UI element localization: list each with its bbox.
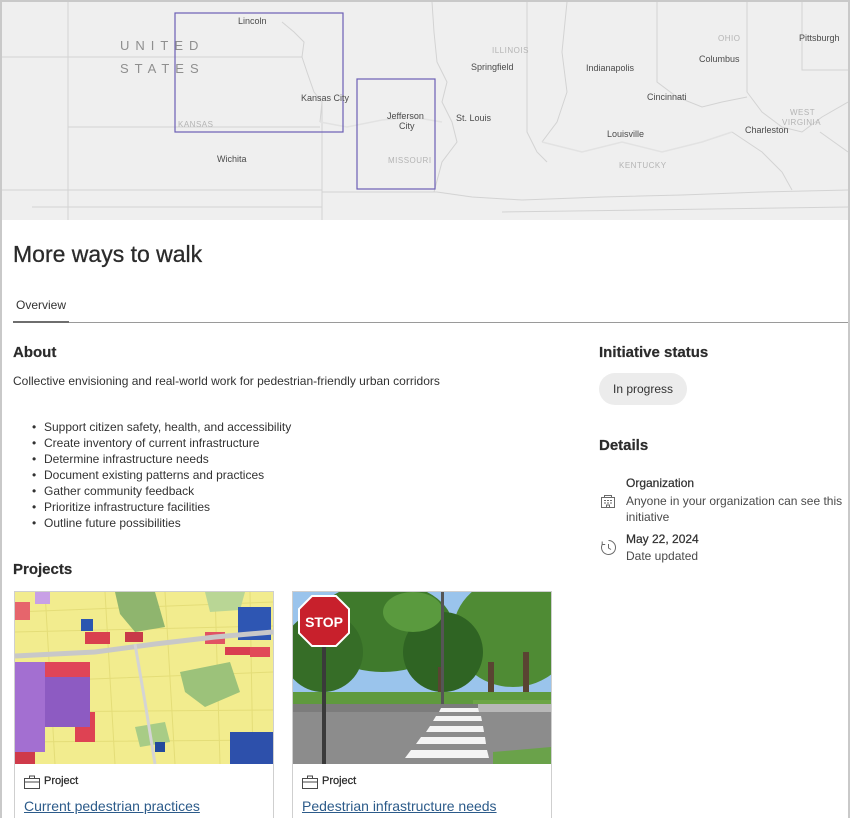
date-updated-value: May 22, 2024 bbox=[626, 532, 699, 546]
map-label-west-virginia-2: VIRGINIA bbox=[782, 118, 822, 127]
map-label-ohio: OHIO bbox=[718, 34, 741, 43]
tab-overview[interactable]: Overview bbox=[13, 294, 70, 323]
map-label-kansas: KANSAS bbox=[178, 120, 214, 129]
list-item: Prioritize infrastructure facilities bbox=[32, 499, 291, 515]
list-item: Create inventory of current infrastructu… bbox=[32, 435, 291, 451]
project-title-link[interactable]: Pedestrian infrastructure needs bbox=[302, 798, 497, 814]
list-item: Outline future possibilities bbox=[32, 515, 291, 531]
about-heading: About bbox=[13, 344, 57, 361]
organization-title: Organization bbox=[626, 476, 695, 490]
svg-text:STOP: STOP bbox=[305, 614, 343, 630]
map-label-indianapolis: Indianapolis bbox=[586, 63, 635, 73]
map-label-west-virginia-1: WEST bbox=[790, 108, 816, 117]
details-heading: Details bbox=[599, 437, 649, 454]
map-label-country-2: STATES bbox=[120, 61, 205, 76]
map-label-kansas-city: Kansas City bbox=[301, 93, 350, 103]
map-label-jefferson-city-1: Jefferson bbox=[387, 111, 424, 121]
briefcase-icon bbox=[24, 775, 40, 794]
project-card[interactable]: STOP Project Pedestrian infrastructure n… bbox=[292, 591, 552, 818]
project-type-label: Project bbox=[322, 775, 357, 787]
project-thumbnail-stop-sign-photo[interactable]: STOP bbox=[293, 592, 551, 764]
map-label-jefferson-city-2: City bbox=[399, 121, 415, 131]
project-title-link[interactable]: Current pedestrian practices bbox=[24, 798, 200, 814]
map-label-columbus: Columbus bbox=[699, 54, 740, 64]
map-label-louisville: Louisville bbox=[607, 129, 645, 139]
list-item: Support citizen safety, health, and acce… bbox=[32, 419, 291, 435]
projects-heading: Projects bbox=[13, 561, 73, 578]
organization-icon bbox=[600, 493, 616, 514]
list-item: Determine infrastructure needs bbox=[32, 451, 291, 467]
organization-visibility-text: Anyone in your organization can see this bbox=[626, 494, 843, 508]
briefcase-icon bbox=[302, 775, 318, 794]
map-label-cincinnati: Cincinnati bbox=[647, 92, 687, 102]
about-goals-list: Support citizen safety, health, and acce… bbox=[32, 419, 291, 531]
list-item: Gather community feedback bbox=[32, 483, 291, 499]
map-label-springfield: Springfield bbox=[471, 62, 514, 72]
map-label-st-louis: St. Louis bbox=[456, 113, 492, 123]
page-frame: UNITED STATES Lincoln Kansas City KANSAS… bbox=[0, 0, 850, 818]
status-badge: In progress bbox=[599, 373, 687, 405]
map-label-illinois: ILLINOIS bbox=[492, 46, 529, 55]
initiative-map-banner[interactable]: UNITED STATES Lincoln Kansas City KANSAS… bbox=[2, 2, 848, 220]
initiative-status-heading: Initiative status bbox=[599, 344, 709, 361]
list-item: Document existing patterns and practices bbox=[32, 467, 291, 483]
page-title: More ways to walk bbox=[13, 241, 203, 267]
project-thumbnail-land-use-map[interactable] bbox=[15, 592, 273, 764]
project-card[interactable]: Project Current pedestrian practices bbox=[14, 591, 274, 818]
map-label-lincoln: Lincoln bbox=[238, 16, 267, 26]
map-label-country-1: UNITED bbox=[120, 38, 205, 53]
map-label-wichita: Wichita bbox=[217, 154, 247, 164]
map-label-kentucky: KENTUCKY bbox=[619, 161, 667, 170]
about-description: Collective envisioning and real-world wo… bbox=[13, 374, 440, 388]
map-label-missouri: MISSOURI bbox=[388, 156, 432, 165]
date-updated-label: Date updated bbox=[626, 549, 699, 563]
map-label-pittsburgh: Pittsburgh bbox=[799, 33, 840, 43]
clock-icon bbox=[600, 539, 617, 561]
organization-visibility-text-2: initiative bbox=[626, 510, 670, 524]
project-type-label: Project bbox=[44, 775, 79, 787]
tab-bar: Overview bbox=[13, 294, 848, 323]
